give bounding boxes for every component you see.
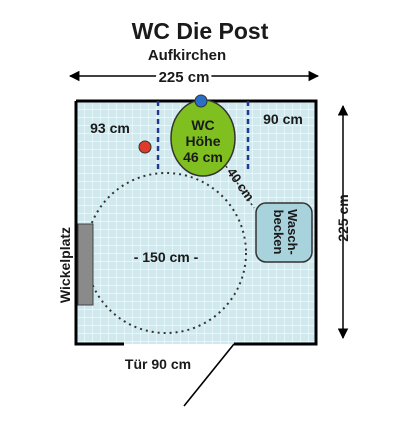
flush-button	[194, 94, 208, 108]
page-subtitle: Aufkirchen	[147, 47, 227, 64]
floor-plan: 225 cm Wickelplatz 40 cm Wasch- becken W…	[0, 0, 400, 426]
page-title: WC Die Post	[131, 18, 269, 44]
door-swing	[183, 343, 235, 407]
wc-label-line1: WC	[191, 117, 214, 133]
wc-label-line2: Höhe	[186, 133, 221, 149]
width-dimension-label: 225 cm	[159, 69, 210, 86]
right-gap-label: 90 cm	[263, 111, 303, 127]
emergency-button	[138, 140, 152, 154]
door-label: Tür 90 cm	[125, 356, 191, 372]
turning-circle-label: - 150 cm -	[134, 249, 199, 265]
sink-label-line2: becken	[271, 210, 286, 255]
sink-label-line1: Wasch-	[285, 209, 300, 255]
changing-table-label: Wickelplatz	[57, 227, 73, 303]
sink-label: Wasch- becken	[271, 209, 300, 255]
changing-table	[77, 223, 94, 306]
left-gap-label: 93 cm	[90, 120, 130, 136]
wc-label-line3: 46 cm	[183, 149, 223, 165]
height-dimension-label: 225 cm	[335, 194, 351, 241]
